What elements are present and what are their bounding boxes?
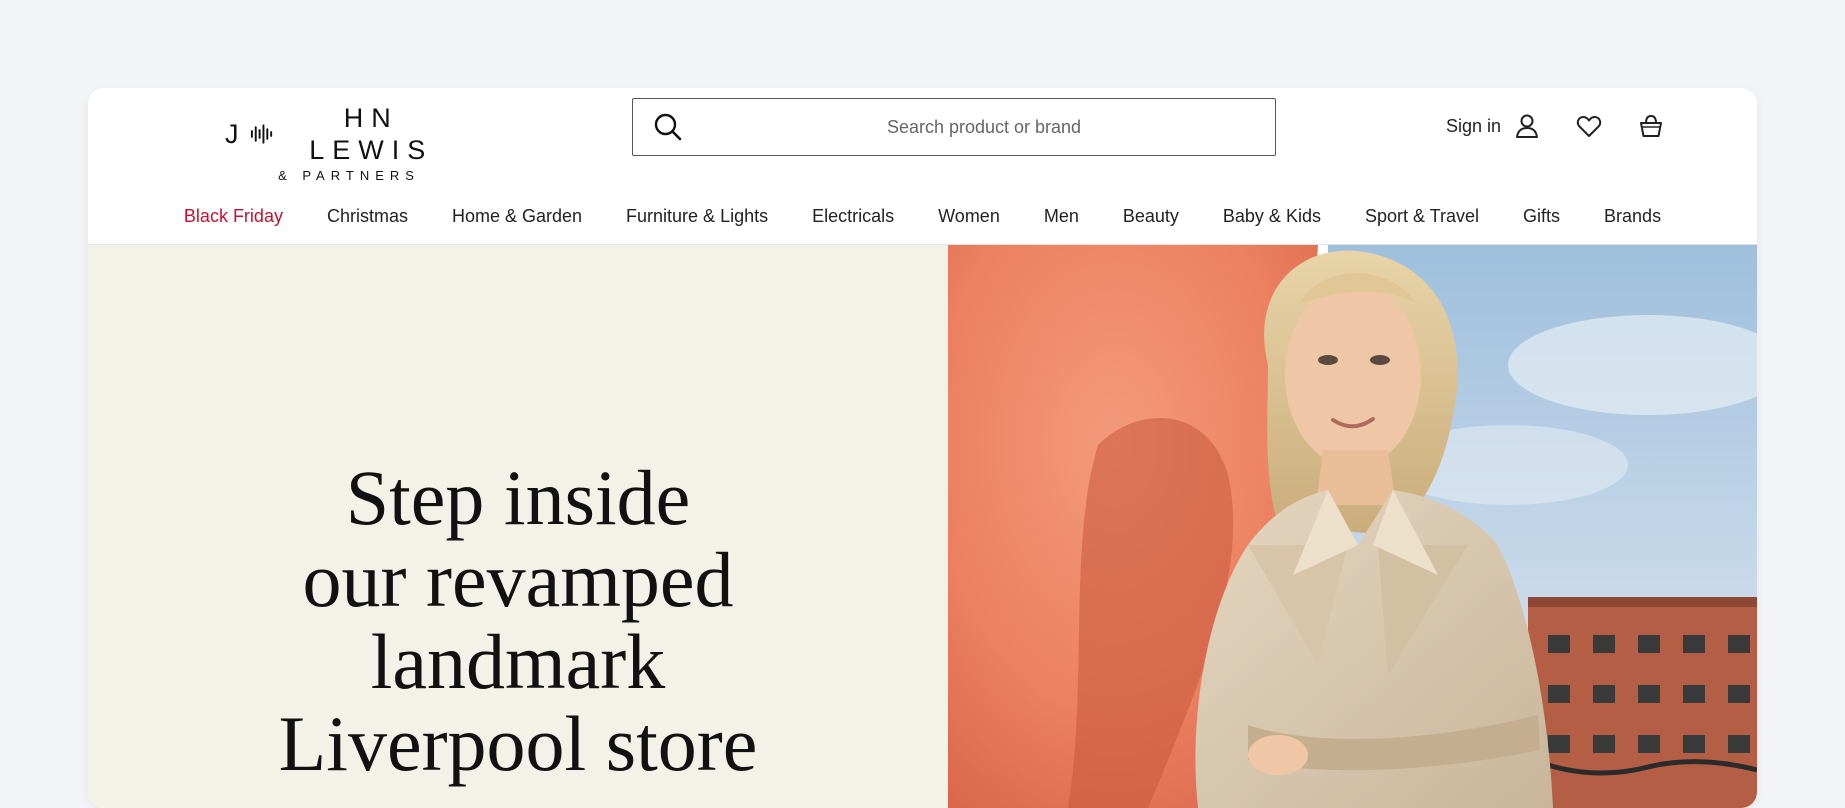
hero-title: Step inside our revamped landmark Liverp… <box>88 457 948 785</box>
heart-icon[interactable] <box>1575 112 1603 140</box>
nav-item-home-garden[interactable]: Home & Garden <box>452 206 582 227</box>
hero-text-panel: Step inside our revamped landmark Liverp… <box>88 245 948 808</box>
hero-title-line: our revamped <box>302 536 734 623</box>
nav-item-men[interactable]: Men <box>1044 206 1079 227</box>
nav-item-women[interactable]: Women <box>938 206 1000 227</box>
nav-item-gifts[interactable]: Gifts <box>1523 206 1560 227</box>
nav-item-baby-kids[interactable]: Baby & Kids <box>1223 206 1321 227</box>
sign-in-button[interactable]: Sign in <box>1446 112 1541 140</box>
nav-item-brands[interactable]: Brands <box>1604 206 1661 227</box>
logo-wordmark: J HN LEWIS <box>225 103 434 165</box>
logo-subline: & PARTNERS <box>278 168 420 183</box>
nav-item-furniture-lights[interactable]: Furniture & Lights <box>626 206 768 227</box>
site-header: J HN LEWIS & PARTNERS Search product or … <box>88 88 1757 245</box>
hero-photo-illustration <box>948 245 1757 808</box>
browser-page: J HN LEWIS & PARTNERS Search product or … <box>88 88 1757 808</box>
nav-item-beauty[interactable]: Beauty <box>1123 206 1179 227</box>
search-icon[interactable] <box>653 112 683 142</box>
nav-item-black-friday[interactable]: Black Friday <box>184 206 283 227</box>
basket-icon[interactable] <box>1637 112 1665 140</box>
hero-image[interactable] <box>948 245 1757 808</box>
hero-banner[interactable]: Step inside our revamped landmark Liverp… <box>88 245 1757 808</box>
sign-in-label: Sign in <box>1445 115 1501 136</box>
hero-title-line: landmark <box>370 618 666 705</box>
hero-title-line: Liverpool store <box>278 700 758 787</box>
nav-item-christmas[interactable]: Christmas <box>327 206 408 227</box>
site-logo[interactable]: J HN LEWIS & PARTNERS <box>225 102 465 183</box>
nav-item-sport-travel[interactable]: Sport & Travel <box>1365 206 1479 227</box>
search-bar[interactable] <box>632 98 1276 156</box>
main-nav: Black Friday Christmas Home & Garden Fur… <box>88 198 1757 234</box>
logo-soundwave-icon <box>250 124 272 144</box>
user-icon <box>1516 114 1538 138</box>
hero-title-line: Step inside <box>345 454 691 541</box>
nav-item-electricals[interactable]: Electricals <box>812 206 894 227</box>
account-actions: Sign in <box>1446 112 1665 140</box>
search-input[interactable] <box>703 99 1265 155</box>
